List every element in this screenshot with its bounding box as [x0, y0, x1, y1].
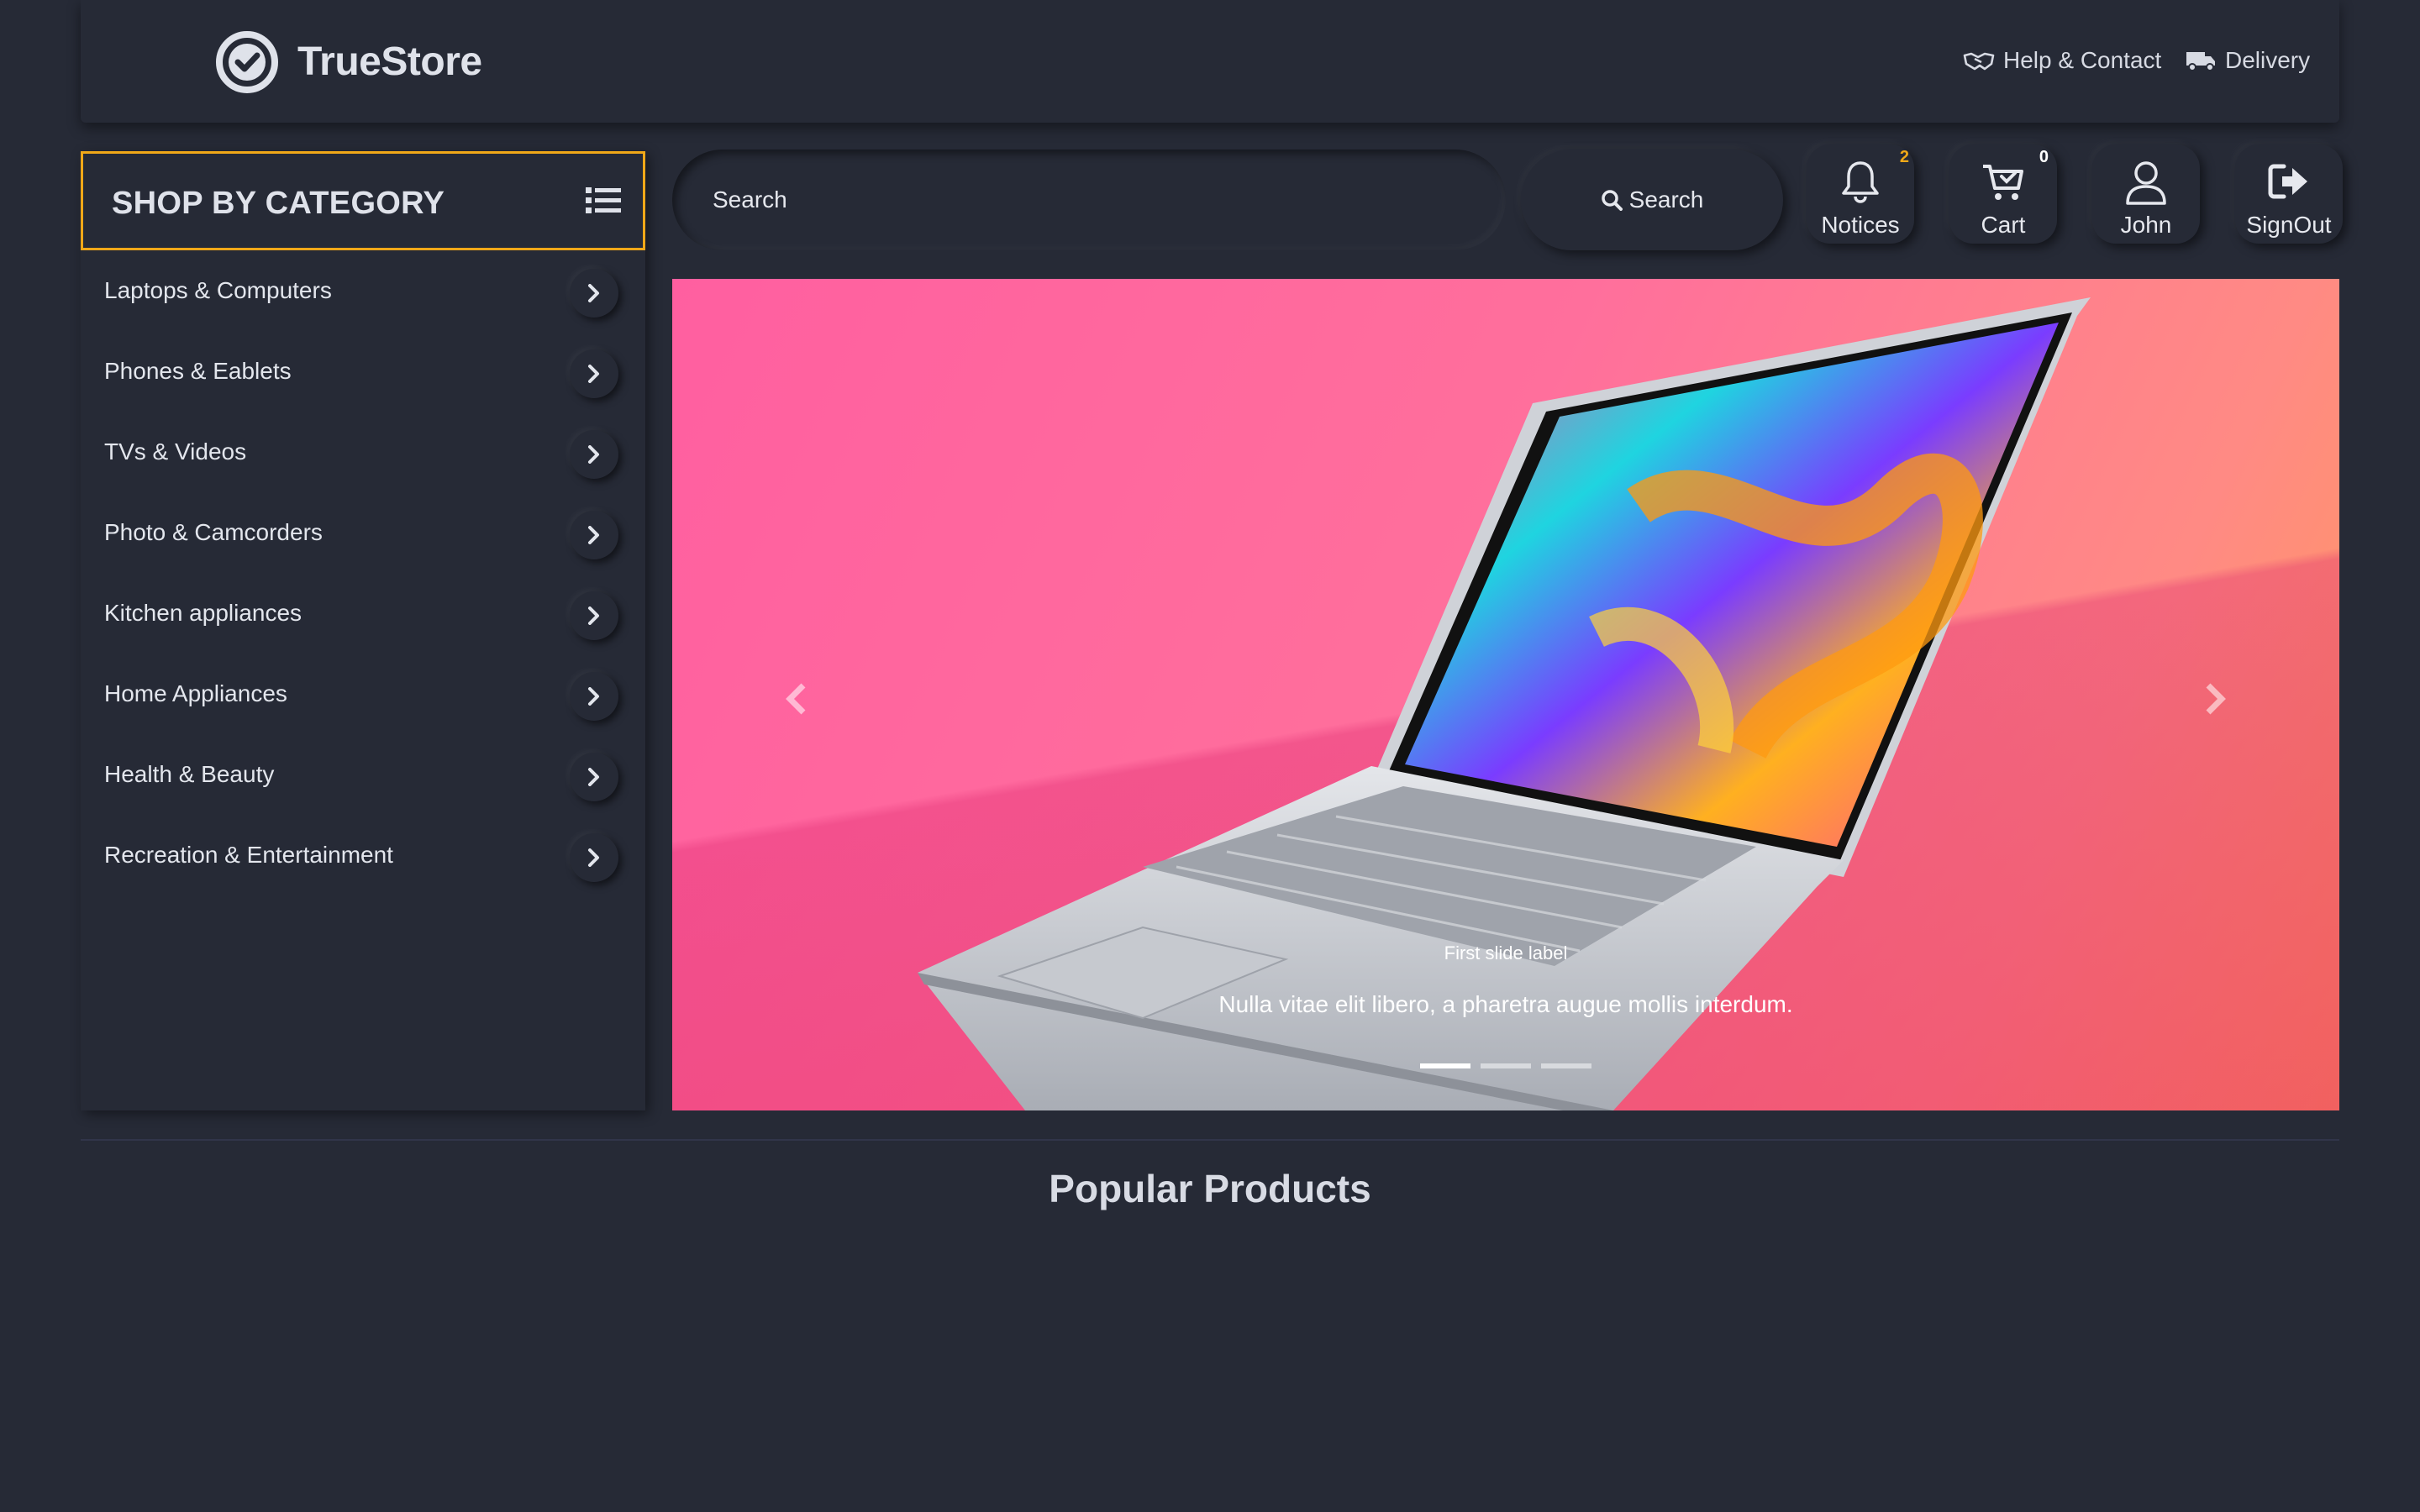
delivery-link[interactable]: Delivery [2185, 47, 2310, 74]
category-label: Kitchen appliances [104, 600, 302, 626]
truck-icon [2186, 52, 2215, 71]
chevron-right-icon[interactable] [570, 430, 618, 479]
popular-products-title: Popular Products [1049, 1167, 1371, 1210]
notices-button[interactable]: 2 Notices [1807, 144, 1914, 244]
category-label: Photo & Camcorders [104, 519, 323, 545]
search-input[interactable] [672, 150, 1506, 250]
chevron-right-icon [2206, 683, 2226, 715]
category-label: TVs & Videos [104, 438, 247, 465]
category-label: Home Appliances [104, 680, 287, 706]
user-button[interactable]: John [2092, 144, 2200, 244]
carousel-prev-button[interactable] [763, 665, 830, 732]
brand-name[interactable]: TrueStore [297, 39, 482, 85]
chevron-right-icon[interactable] [570, 511, 618, 559]
category-item-recreation[interactable]: Recreation & Entertainment [81, 816, 645, 897]
sign-out-icon [2268, 164, 2307, 199]
slide-caption-title: First slide label [1444, 942, 1568, 963]
laptop-image [918, 297, 2091, 1110]
category-label: Phones & Eablets [104, 358, 292, 384]
search-button[interactable]: Search [1521, 150, 1783, 250]
notices-label: Notices [1821, 212, 1900, 238]
category-label: Recreation & Entertainment [104, 842, 393, 868]
category-item-health[interactable]: Health & Beauty [81, 736, 645, 816]
notices-badge: 2 [1899, 148, 1909, 166]
section-divider [81, 1139, 2339, 1141]
chevron-right-icon[interactable] [570, 349, 618, 398]
help-contact-label: Help & Contact [2003, 47, 2162, 73]
handshake-icon [1963, 52, 1995, 71]
category-item-photo[interactable]: Photo & Camcorders [81, 494, 645, 575]
cart-icon [1983, 165, 2023, 200]
carousel-next-button[interactable] [2181, 665, 2249, 732]
category-item-tvs[interactable]: TVs & Videos [81, 413, 645, 494]
cart-label: Cart [1981, 212, 2026, 238]
chevron-right-icon[interactable] [570, 672, 618, 721]
cart-button[interactable]: 0 Cart [1949, 144, 2057, 244]
chevron-right-icon[interactable] [570, 591, 618, 640]
check-circle-logo-icon [216, 31, 278, 93]
category-title: SHOP BY CATEGORY [112, 186, 445, 221]
category-item-phones[interactable]: Phones & Eablets [81, 333, 645, 413]
bell-icon [1842, 161, 1879, 203]
user-label: John [2120, 212, 2172, 238]
category-label: Health & Beauty [104, 761, 275, 787]
slide-caption-text: Nulla vitae elit libero, a pharetra augu… [1218, 991, 1793, 1017]
carousel-indicator-1[interactable] [1420, 1063, 1470, 1068]
chevron-right-icon[interactable] [570, 833, 618, 882]
category-item-home[interactable]: Home Appliances [81, 655, 645, 736]
category-item-kitchen[interactable]: Kitchen appliances [81, 575, 645, 655]
chevron-right-icon[interactable] [570, 269, 618, 318]
category-header[interactable]: SHOP BY CATEGORY [81, 151, 645, 250]
chevron-right-icon[interactable] [570, 753, 618, 801]
signout-label: SignOut [2246, 212, 2332, 238]
category-sidebar: SHOP BY CATEGORY Laptops & Computers Pho… [81, 151, 645, 1110]
signout-button[interactable]: SignOut [2235, 144, 2343, 244]
category-label: Laptops & Computers [104, 277, 332, 303]
cart-badge: 0 [2039, 148, 2049, 166]
hero-carousel[interactable]: First slide label Nulla vitae elit liber… [672, 279, 2339, 1110]
top-header: TrueStore Help & Contact Delivery [81, 0, 2339, 123]
help-contact-link[interactable]: Help & Contact [1963, 47, 2161, 74]
user-icon [2126, 161, 2166, 205]
search-button-label: Search [1628, 186, 1704, 213]
carousel-indicator-3[interactable] [1541, 1063, 1591, 1068]
category-item-laptops[interactable]: Laptops & Computers [81, 252, 645, 333]
carousel-indicator-2[interactable] [1481, 1063, 1531, 1068]
chevron-left-icon [786, 683, 806, 715]
search-icon [1601, 190, 1623, 211]
list-icon [586, 187, 621, 213]
delivery-label: Delivery [2225, 47, 2311, 73]
